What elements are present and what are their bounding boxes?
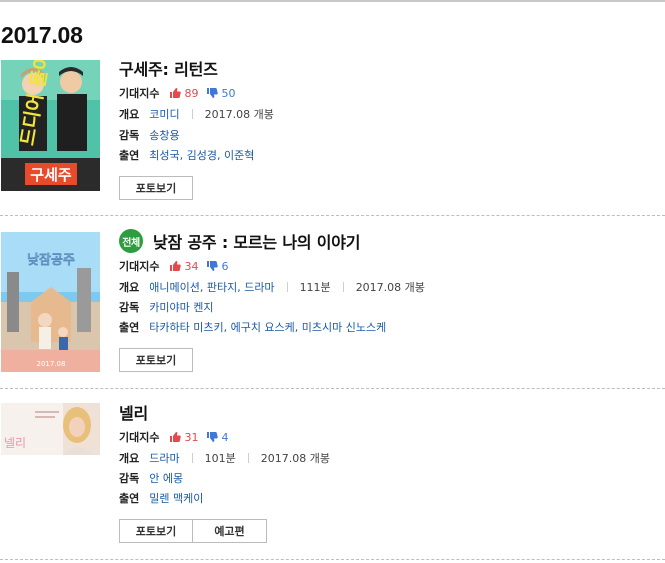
thumbs-up-icon [170, 261, 182, 271]
director-label: 감독 [119, 129, 140, 142]
cast-label: 출연 [119, 321, 140, 334]
divider [191, 453, 193, 463]
expect-label: 기대지수 [119, 260, 160, 273]
photo-view-button[interactable]: 포토보기 [119, 519, 193, 543]
poster-title-text: 낮잠공주 [27, 252, 75, 268]
runtime: 111분 [299, 281, 331, 294]
director-label: 감독 [119, 472, 140, 485]
dislike-count: 6 [221, 259, 229, 273]
movie-title[interactable]: 넬리 [119, 400, 148, 424]
thumbs-down-icon [207, 432, 219, 442]
poster-image: 낮잠공주 2017.08 [1, 232, 100, 372]
genre-link[interactable]: 애니메이션, 판타지, 드라마 [149, 279, 274, 295]
release-date: 2017.08 개봉 [260, 452, 330, 465]
genre-link[interactable]: 드라마 [149, 450, 179, 466]
runtime: 101분 [204, 452, 236, 465]
like-button[interactable]: 34 [169, 260, 198, 273]
like-button[interactable]: 89 [169, 87, 198, 100]
movie-title[interactable]: 구세주: 리턴즈 [119, 56, 218, 80]
release-date: 2017.08 개봉 [355, 281, 425, 294]
overview-label: 개요 [119, 108, 140, 121]
expect-label: 기대지수 [119, 431, 160, 444]
director-link[interactable]: 안 에몽 [149, 470, 183, 486]
genre-link[interactable]: 코미디 [149, 106, 179, 122]
overview-label: 개요 [119, 281, 140, 294]
thumbs-down-icon [207, 261, 219, 271]
like-count: 31 [184, 430, 199, 444]
movie-poster[interactable]: 드디어 돌아왔나! 구세주 [1, 60, 100, 191]
separator [0, 388, 665, 389]
like-button[interactable]: 31 [169, 431, 198, 444]
movie-poster[interactable]: 넬리 [1, 403, 100, 455]
release-date: 2017.08 개봉 [204, 108, 274, 121]
like-count: 34 [184, 259, 199, 273]
divider [191, 109, 193, 119]
divider [247, 453, 249, 463]
overview-label: 개요 [119, 452, 140, 465]
separator [0, 215, 665, 216]
poster-image: 넬리 [1, 403, 100, 455]
poster-image: 드디어 돌아왔나! 구세주 [1, 60, 100, 191]
divider [342, 282, 344, 292]
dislike-count: 4 [221, 430, 229, 444]
cast-links[interactable]: 최성국, 김성경, 이준혁 [149, 147, 254, 163]
cast-links[interactable]: 밀렌 맥케이 [149, 490, 203, 506]
dislike-button[interactable]: 4 [206, 431, 228, 444]
thumbs-down-icon [207, 88, 219, 98]
thumbs-up-icon [170, 432, 182, 442]
trailer-button[interactable]: 예고편 [193, 519, 267, 543]
movie-poster[interactable]: 낮잠공주 2017.08 [1, 232, 100, 372]
separator [0, 559, 665, 560]
divider [286, 282, 288, 292]
cast-label: 출연 [119, 149, 140, 162]
dislike-button[interactable]: 6 [206, 260, 228, 273]
month-heading: 2017.08 [1, 22, 83, 48]
dislike-count: 50 [221, 86, 236, 100]
poster-title-text: 구세주 [30, 166, 72, 184]
director-link[interactable]: 카미야마 켄지 [149, 299, 213, 315]
dislike-button[interactable]: 50 [206, 87, 235, 100]
thumbs-up-icon [170, 88, 182, 98]
director-link[interactable]: 송창용 [149, 127, 179, 143]
expect-label: 기대지수 [119, 87, 160, 100]
top-border [0, 0, 665, 2]
cast-label: 출연 [119, 492, 140, 505]
movie-title[interactable]: 낮잠 공주 : 모르는 나의 이야기 [153, 229, 360, 253]
photo-view-button[interactable]: 포토보기 [119, 176, 193, 200]
poster-title-text: 넬리 [4, 436, 26, 450]
director-label: 감독 [119, 301, 140, 314]
poster-date-text: 2017.08 [37, 360, 66, 368]
rating-all-badge: 전체 [119, 229, 143, 253]
like-count: 89 [184, 86, 199, 100]
photo-view-button[interactable]: 포토보기 [119, 348, 193, 372]
cast-links[interactable]: 타카하타 미츠키, 에구치 요스케, 미츠시마 신노스케 [149, 319, 386, 335]
